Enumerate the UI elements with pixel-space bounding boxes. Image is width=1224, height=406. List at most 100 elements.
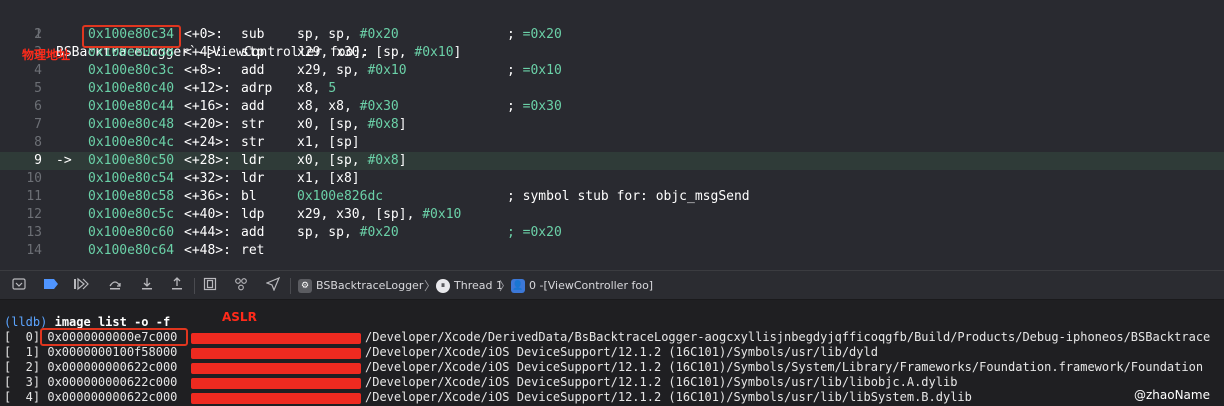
operand-suffix: ]	[398, 117, 407, 132]
breadcrumb-thread[interactable]: ⏸ Thread 1	[436, 271, 503, 301]
image-slide: 0x000000000622c000	[47, 360, 178, 374]
line-number: 11	[26, 189, 42, 204]
instruction-address: 0x100e80c50	[88, 153, 175, 168]
code-line-2: 2 0x100e80c34 <+0>: sub sp, sp, #0x20; =0x20	[0, 26, 1224, 44]
location-icon[interactable]	[264, 276, 282, 295]
instruction-comment: ; =0x20	[507, 224, 562, 242]
breadcrumb-app[interactable]: ⚙ BSBacktraceLogger	[298, 271, 423, 301]
line-number: 7	[34, 117, 42, 132]
operand-registers: x29, sp,	[297, 63, 368, 78]
view-hierarchy-icon[interactable]	[201, 277, 219, 295]
continue-icon[interactable]	[72, 277, 90, 295]
comment-value: =0x20	[522, 27, 562, 42]
instruction-comment: ; =0x10	[507, 62, 562, 80]
instruction-address: 0x100e80c44	[88, 99, 175, 114]
current-instruction-marker: ->	[56, 153, 72, 168]
comment-value: =0x30	[522, 99, 562, 114]
comment-text: ; symbol stub for: objc_msgSend	[507, 189, 750, 204]
hide-console-icon[interactable]	[10, 277, 28, 295]
step-into-icon[interactable]	[138, 277, 156, 295]
breakpoints-toggle-icon[interactable]	[42, 277, 60, 295]
line-number: 6	[34, 99, 42, 114]
code-line-8: 8 0x100e80c4c <+24>: str x1, [sp]	[0, 134, 1224, 152]
redaction-mark	[191, 393, 361, 404]
operand-registers: sp, sp,	[297, 27, 360, 42]
step-out-icon[interactable]	[168, 277, 186, 295]
code-line-7: 7 0x100e80c48 <+20>: str x0, [sp, #0x8]	[0, 116, 1224, 134]
instruction-address: 0x100e80c64	[88, 243, 175, 258]
code-line-5: 5 0x100e80c40 <+12>: adrp x8, 5	[0, 80, 1224, 98]
physical-address-annotation: 物理地址	[22, 48, 71, 62]
comment-value: =0x20	[522, 225, 562, 240]
instruction-address: 0x100e80c54	[88, 171, 175, 186]
comment-text: ;	[507, 63, 523, 78]
instruction-address: 0x100e80c5c	[88, 207, 175, 222]
operand-immediate: #0x30	[359, 99, 399, 114]
operand-registers: x29, x30, [sp],	[297, 207, 423, 222]
instruction-mnemonic: str	[241, 135, 265, 150]
instruction-address: 0x100e80c60	[88, 225, 175, 240]
instruction-mnemonic: add	[241, 63, 265, 78]
image-index: [ 1]	[4, 345, 41, 359]
step-over-icon[interactable]	[106, 277, 124, 295]
instruction-mnemonic: add	[241, 99, 265, 114]
image-slide: 0x0000000100f58000	[47, 345, 178, 359]
physical-address-highlight	[82, 25, 181, 48]
operand-immediate: #0x20	[359, 225, 399, 240]
instruction-operands: x1, [x8]	[297, 170, 360, 188]
comment-text: ;	[507, 99, 523, 114]
instruction-comment: ; =0x20	[507, 26, 562, 44]
line-number: 10	[26, 171, 42, 186]
line-number: 4	[34, 63, 42, 78]
chevron-right-icon: 〉	[424, 279, 437, 293]
instruction-address: 0x100e80c4c	[88, 135, 175, 150]
instruction-operands: x29, x30, [sp], #0x10	[297, 206, 461, 224]
instruction-offset: <+0>:	[184, 27, 224, 42]
instruction-address: 0x100e80c58	[88, 189, 175, 204]
code-line-12: 12 0x100e80c5c <+40>: ldp x29, x30, [sp], #0…	[0, 206, 1224, 224]
code-line-1: 1 BSBacktraceLogger`-[ViewController foo…	[0, 8, 1224, 60]
operand-immediate: 5	[328, 81, 337, 96]
instruction-address: 0x100e80c48	[88, 117, 175, 132]
image-path: /Developer/Xcode/iOS DeviceSupport/12.1.…	[365, 375, 958, 389]
instruction-mnemonic: adrp	[241, 81, 273, 96]
operand-registers: x1, [sp]	[297, 135, 360, 150]
instruction-comment: ; symbol stub for: objc_msgSend	[507, 188, 750, 206]
instruction-operands: x0, [sp, #0x8]	[297, 152, 407, 170]
instruction-offset: <+48>:	[184, 243, 231, 258]
disassembly-editor[interactable]: 1 BSBacktraceLogger`-[ViewController foo…	[0, 0, 1224, 270]
lldb-prompt: (lldb)	[4, 315, 48, 329]
operand-immediate: 0x100e826dc	[297, 189, 384, 204]
operand-immediate: #0x10	[422, 207, 462, 222]
instruction-mnemonic: ret	[241, 243, 265, 258]
lldb-console[interactable]: (lldb) image list -o -f [ 0] 0x000000000…	[0, 300, 1224, 406]
instruction-address: 0x100e80c3c	[88, 63, 175, 78]
instruction-mnemonic: ldp	[241, 207, 265, 222]
code-line-10: 10 0x100e80c54 <+32>: ldr x1, [x8]	[0, 170, 1224, 188]
image-list-row: [ 1] 0x0000000100f58000/Developer/Xcode/…	[4, 345, 878, 360]
memory-graph-icon[interactable]	[232, 277, 250, 295]
operand-suffix: ]	[453, 45, 462, 60]
app-icon: ⚙	[298, 279, 312, 293]
instruction-offset: <+28>:	[184, 153, 231, 168]
aslr-annotation: ASLR	[222, 310, 257, 324]
image-index: [ 3]	[4, 375, 41, 389]
operand-registers: x0, [sp,	[297, 153, 368, 168]
comment-value: =0x10	[522, 63, 562, 78]
instruction-offset: <+24>:	[184, 135, 231, 150]
instruction-address: 0x100e80c40	[88, 81, 175, 96]
operand-registers: x8, x8,	[297, 99, 360, 114]
instruction-offset: <+12>:	[184, 81, 231, 96]
instruction-operands: x29, x30, [sp, #0x10]	[297, 44, 461, 62]
line-number: 13	[26, 225, 42, 240]
image-list-row: [ 2] 0x000000000622c000/Developer/Xcode/…	[4, 360, 1203, 375]
instruction-offset: <+40>:	[184, 207, 231, 222]
image-path: /Developer/Xcode/iOS DeviceSupport/12.1.…	[365, 390, 972, 404]
redaction-mark	[191, 333, 361, 344]
line-number: 8	[34, 135, 42, 150]
operand-registers: x8,	[297, 81, 329, 96]
instruction-mnemonic: stp	[241, 45, 265, 60]
code-line-3: 3 0x100e80c38 <+4>: stp x29, x30, [sp, #0x10…	[0, 44, 1224, 62]
instruction-operands: x0, [sp, #0x8]	[297, 116, 407, 134]
breadcrumb-frame[interactable]: 👤 0 -[ViewController foo]	[511, 271, 653, 301]
